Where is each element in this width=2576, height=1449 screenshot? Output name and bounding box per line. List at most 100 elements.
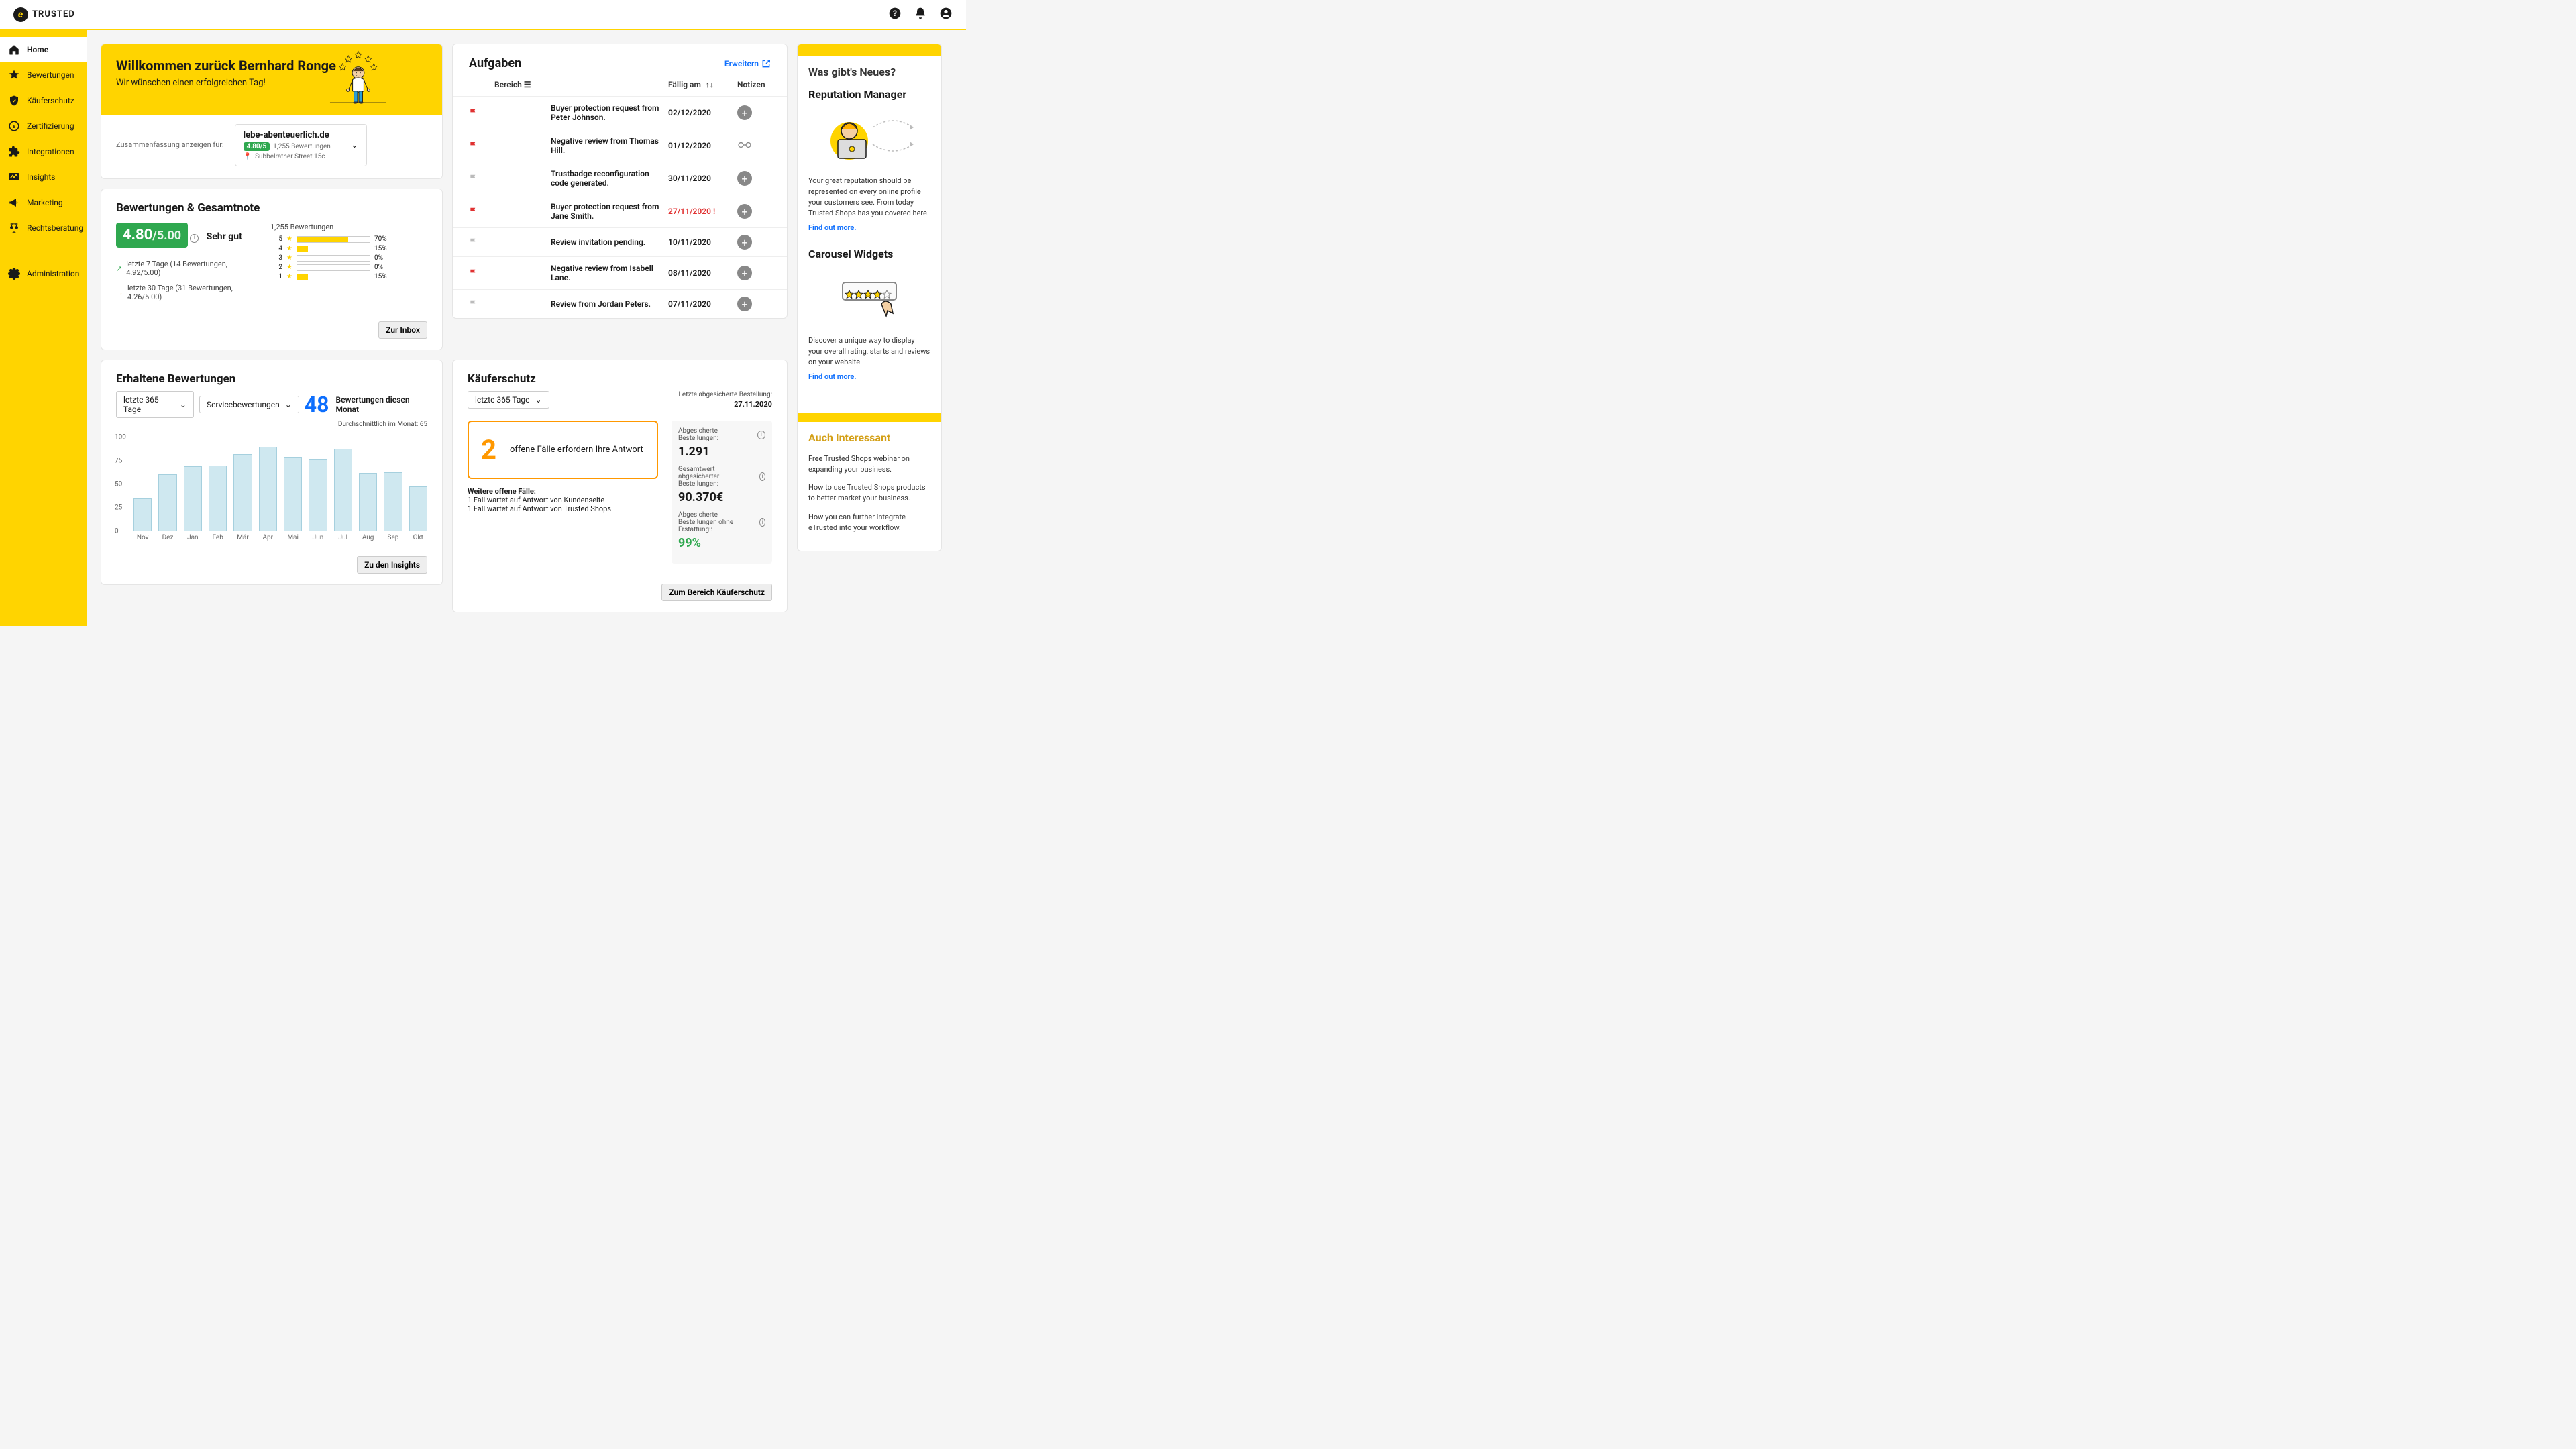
due-date: 01/12/2020 [668, 141, 732, 150]
x-axis-label: Nov [133, 534, 152, 541]
flag-icon [469, 268, 478, 278]
also-title: Auch Interessant [808, 431, 930, 444]
sidebar-item-home[interactable]: Home [0, 37, 87, 62]
reputation-manager-illustration [808, 107, 930, 168]
task-row[interactable]: BewertungenReview invitation pending.10/… [453, 227, 787, 256]
info-icon[interactable]: i [190, 234, 199, 243]
tasks-title: Aufgaben [469, 56, 521, 70]
x-axis-label: Jul [334, 534, 352, 541]
info-icon[interactable]: i [759, 472, 765, 481]
flag-icon [469, 207, 478, 216]
task-title: Buyer protection request from Jane Smith… [551, 202, 663, 221]
kaufer-range-select[interactable]: letzte 365 Tage⌄ [468, 391, 549, 409]
add-note-button[interactable]: + [737, 105, 752, 120]
also-item-3[interactable]: How you can further integrate eTrusted i… [808, 512, 930, 533]
shop-address: 📍 Subbelrather Street 15c [244, 153, 331, 160]
chart-bar [359, 473, 377, 531]
expand-link[interactable]: Erweitern [724, 59, 771, 68]
welcome-card: Willkommen zurück Bernhard Ronge Wir wün… [101, 44, 443, 179]
sidebar-item-integrations[interactable]: Integrationen [0, 139, 87, 164]
sidebar-item-label: Rechtsberatung [27, 223, 83, 233]
col-area[interactable]: Bereich ☰ [494, 80, 545, 89]
profile-icon[interactable] [939, 7, 953, 23]
chevron-down-icon: ⌄ [351, 140, 358, 150]
more-case-1: 1 Fall wartet auf Antwort von Kundenseit… [468, 496, 658, 504]
x-axis-label: Feb [209, 534, 227, 541]
welcome-illustration [301, 50, 415, 109]
news-sidebar: Was gibt's Neues? Reputation Manager [797, 44, 942, 551]
news-sec1-text: Your great reputation should be represen… [808, 176, 930, 219]
sidebar-item-label: Administration [27, 269, 79, 278]
stats-box: Abgesicherte Bestellungen:i 1.291 Gesamt… [672, 421, 772, 564]
chart-bar [409, 486, 427, 531]
news-sec1-link[interactable]: Find out more. [808, 223, 856, 232]
due-date: 02/12/2020 [668, 108, 732, 117]
flag-icon [469, 299, 478, 309]
rating-badge: 4.80/5 [244, 142, 270, 151]
x-axis-label: Okt [409, 534, 427, 541]
flag-icon [469, 237, 478, 247]
sort-icon: ↑↓ [706, 80, 714, 89]
open-cases-text: offene Fälle erfordern Ihre Antwort [510, 445, 643, 455]
more-case-2: 1 Fall wartet auf Antwort von Trusted Sh… [468, 504, 658, 513]
sidebar-item-marketing[interactable]: Marketing [0, 190, 87, 215]
news-sec1-title: Reputation Manager [808, 88, 930, 101]
area-tag: Käuferschutz [494, 207, 541, 216]
help-icon[interactable]: ? [888, 7, 902, 23]
type-select[interactable]: Servicebewertungen⌄ [199, 396, 299, 413]
task-row[interactable]: BewertungenNegative review from Isabell … [453, 256, 787, 289]
add-note-button[interactable]: + [737, 204, 752, 219]
x-axis-label: Mai [284, 534, 302, 541]
inbox-button[interactable]: Zur Inbox [378, 321, 427, 339]
add-note-button[interactable]: + [737, 297, 752, 311]
sidebar-item-reviews[interactable]: Bewertungen [0, 62, 87, 88]
ratings-card: Bewertungen & Gesamtnote 4.80/5.00 i Seh… [101, 189, 443, 350]
buyer-protection-card: Käuferschutz letzte 365 Tage⌄ Letzte abg… [452, 360, 788, 612]
sidebar-item-legal[interactable]: Rechtsberatung [0, 215, 87, 241]
add-note-button[interactable]: + [737, 266, 752, 280]
more-cases-title: Weitere offene Fälle: [468, 487, 536, 496]
open-cases-alert[interactable]: 2 offene Fälle erfordern Ihre Antwort [468, 421, 658, 479]
x-axis-label: Dez [158, 534, 176, 541]
chart-bar [259, 447, 277, 531]
task-title: Review invitation pending. [551, 237, 663, 247]
stat-label: Gesamtwert abgesicherter Bestellungen: [678, 466, 757, 488]
bar-chart: 1007550250 NovDezJanFebMärAprMaiJunJulAu… [101, 428, 442, 548]
summary-label: Zusammenfassung anzeigen für: [116, 140, 224, 150]
add-note-button[interactable]: + [737, 235, 752, 250]
area-tag: Integrationen [494, 174, 541, 183]
task-row[interactable]: KäuferschutzBuyer protection request fro… [453, 96, 787, 129]
due-date: 08/11/2020 [668, 268, 732, 278]
also-item-2[interactable]: How to use Trusted Shops products to bet… [808, 482, 930, 504]
insights-button[interactable]: Zu den Insights [357, 556, 427, 574]
sidebar-item-buyer-protection[interactable]: Käuferschutz [0, 88, 87, 113]
news-sec2-link[interactable]: Find out more. [808, 372, 856, 381]
shop-selector[interactable]: lebe-abenteuerlich.de 4.80/51,255 Bewert… [235, 124, 367, 166]
task-title: Negative review from Thomas Hill. [551, 136, 663, 155]
goto-kaufer-button[interactable]: Zum Bereich Käuferschutz [661, 584, 772, 601]
bell-icon[interactable] [914, 7, 927, 23]
task-row[interactable]: BewertungenNegative review from Thomas H… [453, 129, 787, 162]
info-icon[interactable]: i [757, 431, 765, 439]
info-icon[interactable]: i [759, 518, 765, 527]
received-title: Erhaltene Bewertungen [101, 360, 442, 391]
area-tag: Bewertungen [494, 268, 541, 278]
task-row[interactable]: IntegrationenTrustbadge reconfiguration … [453, 162, 787, 195]
sidebar-item-admin[interactable]: Administration [0, 261, 87, 286]
sidebar-item-label: Insights [27, 172, 55, 182]
sidebar-item-insights[interactable]: Insights [0, 164, 87, 190]
reviews-this-month-label: Bewertungen diesen Monat [336, 395, 428, 414]
chart-bar [233, 454, 252, 531]
stat-no-refund-pct: 99% [678, 536, 765, 550]
news-sec2-title: Carousel Widgets [808, 248, 930, 260]
sidebar-item-certification[interactable]: eZertifizierung [0, 113, 87, 139]
news-title: Was gibt's Neues? [808, 66, 930, 78]
task-row[interactable]: BewertungenReview from Jordan Peters.07/… [453, 289, 787, 318]
dist-row: 2★0% [270, 264, 427, 271]
col-due[interactable]: Fällig am ↑↓ [668, 80, 732, 89]
add-note-button[interactable]: + [737, 171, 752, 186]
also-item-1[interactable]: Free Trusted Shops webinar on expanding … [808, 453, 930, 475]
range-select[interactable]: letzte 365 Tage⌄ [116, 391, 194, 418]
dist-row: 4★15% [270, 245, 427, 252]
task-row[interactable]: Käuferschutz Buyer protection request fro… [453, 195, 787, 227]
